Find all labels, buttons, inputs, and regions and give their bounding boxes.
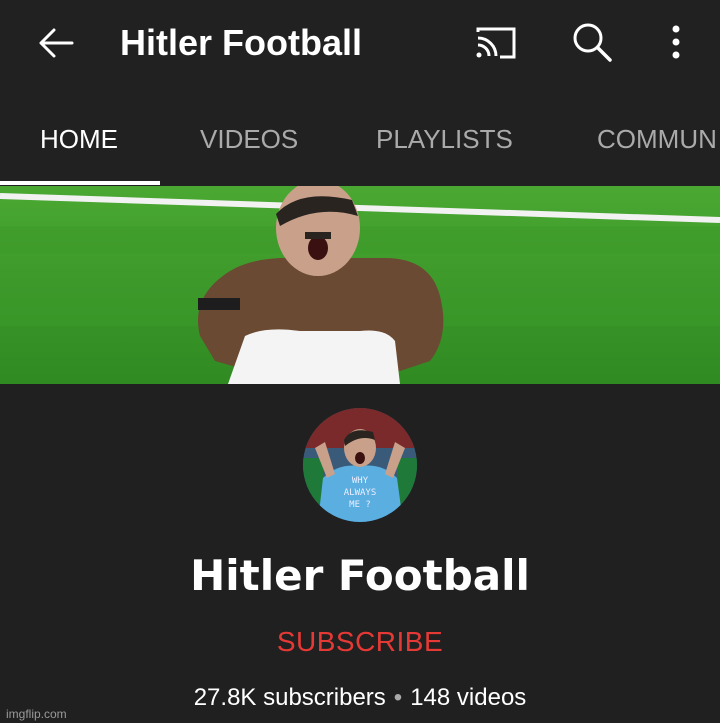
search-icon[interactable]: [568, 18, 616, 66]
channel-avatar[interactable]: WHY ALWAYS ME ?: [303, 408, 417, 522]
active-tab-indicator: [0, 181, 160, 185]
shirt-text-line-1: WHY: [352, 476, 369, 486]
back-arrow-icon[interactable]: [34, 20, 80, 66]
cast-icon[interactable]: [470, 20, 522, 66]
subscriber-count: 27.8K subscribers: [193, 684, 386, 711]
app-header: Hitler Football: [0, 0, 720, 88]
watermark: imgflip.com: [6, 707, 67, 721]
video-count: 148 videos: [410, 684, 527, 711]
channel-tabs: HOME VIDEOS PLAYLISTS COMMUN: [0, 88, 720, 186]
channel-banner: [0, 186, 720, 384]
channel-stats: 27.8K subscribers • 148 videos: [0, 682, 720, 714]
tab-playlists[interactable]: PLAYLISTS: [376, 122, 513, 156]
more-vert-icon[interactable]: [660, 20, 692, 66]
subscribe-button[interactable]: SUBSCRIBE: [0, 624, 720, 660]
page-title: Hitler Football: [120, 22, 362, 63]
shirt-text-line-3: ME ?: [349, 500, 371, 510]
tab-community[interactable]: COMMUN: [597, 122, 717, 156]
tab-videos[interactable]: VIDEOS: [200, 122, 298, 156]
shirt-text-line-2: ALWAYS: [344, 488, 377, 498]
channel-name: Hitler Football: [190, 551, 530, 600]
tab-home[interactable]: HOME: [40, 122, 118, 156]
stats-separator: •: [393, 684, 403, 711]
